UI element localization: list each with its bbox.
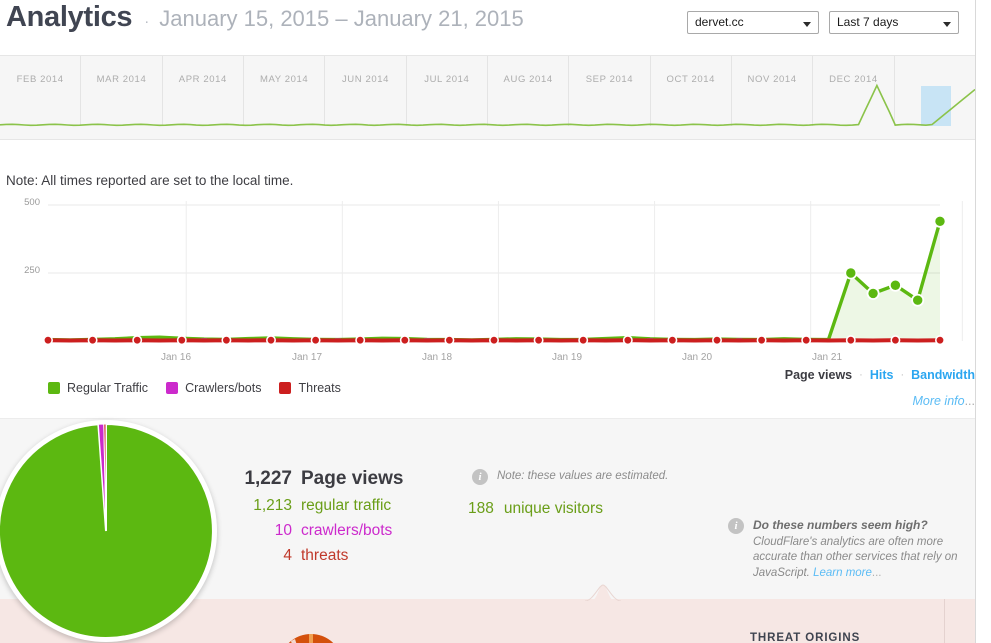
- threats-label: threats: [301, 547, 349, 564]
- main-chart-svg: [42, 201, 963, 346]
- metric-tabs: Page views · Hits · Bandwidth: [785, 368, 975, 382]
- chevron-down-icon: [803, 22, 811, 27]
- timeline-strip[interactable]: FEB 2014 MAR 2014 APR 2014 MAY 2014 JUN …: [0, 55, 975, 140]
- legend-swatch-icon: [279, 382, 292, 394]
- y-axis-label-500: 500: [24, 197, 40, 208]
- page-title: Analytics: [6, 1, 133, 33]
- crawlers-bots-label: crawlers/bots: [301, 522, 393, 539]
- legend-label: Crawlers/bots: [185, 381, 262, 395]
- high-numbers-title: Do these numbers seem high?: [753, 518, 928, 532]
- header-selects: dervet.cc Last 7 days: [687, 11, 959, 34]
- analytics-page: Analytics · January 15, 2015 – January 2…: [0, 0, 991, 643]
- metric-separator: ·: [859, 369, 863, 381]
- x-axis-tick: Jan 17: [291, 352, 323, 363]
- threat-panel-edge: [944, 599, 945, 643]
- threat-globe-icon: [275, 626, 347, 643]
- pie-svg: [0, 424, 213, 638]
- crawlers-bots-value: 10: [274, 522, 292, 539]
- title-separator: ·: [144, 13, 150, 30]
- local-time-note: Note: All times reported are set to the …: [6, 173, 294, 188]
- unique-visitors-label: unique visitors: [503, 500, 603, 517]
- page-right-edge: [975, 0, 991, 643]
- legend-swatch-icon: [166, 382, 179, 394]
- legend-item-regular-traffic[interactable]: Regular Traffic: [48, 381, 148, 395]
- summary-row-crawlers-bots: 10 crawlers/bots: [232, 522, 403, 540]
- period-select-value: Last 7 days: [837, 15, 899, 29]
- learn-more-link[interactable]: Learn more: [813, 567, 872, 579]
- legend-swatch-icon: [48, 382, 60, 394]
- info-icon: i: [472, 469, 488, 485]
- chevron-down-icon: [943, 22, 951, 27]
- learn-more-dots: ...: [871, 566, 882, 579]
- unique-visitors-value: 188: [468, 500, 494, 517]
- summary-row-threats: 4 threats: [232, 547, 403, 565]
- legend-label: Threats: [298, 381, 341, 395]
- threats-value: 4: [283, 547, 292, 564]
- info-icon: i: [728, 518, 744, 534]
- x-axis-tick: Jan 19: [551, 352, 583, 363]
- legend-label: Regular Traffic: [67, 381, 149, 395]
- high-numbers-text: Do these numbers seem high? CloudFlare's…: [753, 518, 972, 581]
- x-axis-tick: Jan 18: [421, 352, 453, 363]
- chart-legend: Regular Traffic Crawlers/bots Threats: [48, 381, 359, 395]
- metric-separator: ·: [900, 369, 905, 381]
- tab-page-views[interactable]: Page views: [785, 368, 852, 382]
- regular-traffic-label: regular traffic: [301, 497, 392, 514]
- more-info-dots: ...: [964, 394, 975, 408]
- tab-bandwidth[interactable]: Bandwidth: [911, 368, 975, 382]
- legend-item-threats[interactable]: Threats: [279, 381, 341, 395]
- summary-total-row: 1,227 Page views: [232, 468, 403, 490]
- main-chart: 500 250: [0, 195, 975, 365]
- legend-item-crawlers-bots[interactable]: Crawlers/bots: [166, 381, 261, 395]
- timeline-sparkline: [0, 83, 975, 127]
- x-axis-tick: Jan 21: [811, 352, 843, 363]
- threat-panel-notch: [585, 583, 621, 601]
- threat-origins-title: THREAT ORIGINS: [750, 632, 861, 643]
- x-axis-tick: Jan 20: [681, 352, 713, 363]
- more-info-link[interactable]: More info...: [912, 394, 975, 408]
- title-row: Analytics · January 15, 2015 – January 2…: [6, 1, 524, 34]
- total-label: Page views: [301, 468, 404, 489]
- tab-hits[interactable]: Hits: [870, 368, 894, 382]
- x-axis-tick: Jan 16: [160, 352, 192, 363]
- summary-row-regular-traffic: 1,213 regular traffic: [232, 497, 403, 515]
- estimated-note: i Note: these values are estimated.: [472, 469, 668, 485]
- period-select[interactable]: Last 7 days: [829, 11, 959, 34]
- regular-traffic-value: 1,213: [253, 497, 292, 514]
- page-header: Analytics · January 15, 2015 – January 2…: [0, 0, 975, 48]
- total-value: 1,227: [244, 468, 292, 489]
- y-axis-label-250: 250: [24, 265, 40, 276]
- site-select[interactable]: dervet.cc: [687, 11, 819, 34]
- unique-visitors: 188 unique visitors: [468, 500, 603, 518]
- date-range-label: January 15, 2015 – January 21, 2015: [159, 6, 524, 31]
- more-info-label: More info: [912, 394, 965, 408]
- site-select-value: dervet.cc: [695, 15, 744, 29]
- high-numbers-note: i Do these numbers seem high? CloudFlare…: [728, 518, 972, 581]
- estimated-note-text: Note: these values are estimated.: [497, 470, 669, 482]
- summary-numbers: 1,227 Page views 1,213 regular traffic 1…: [232, 468, 403, 572]
- traffic-pie-chart: [0, 420, 217, 642]
